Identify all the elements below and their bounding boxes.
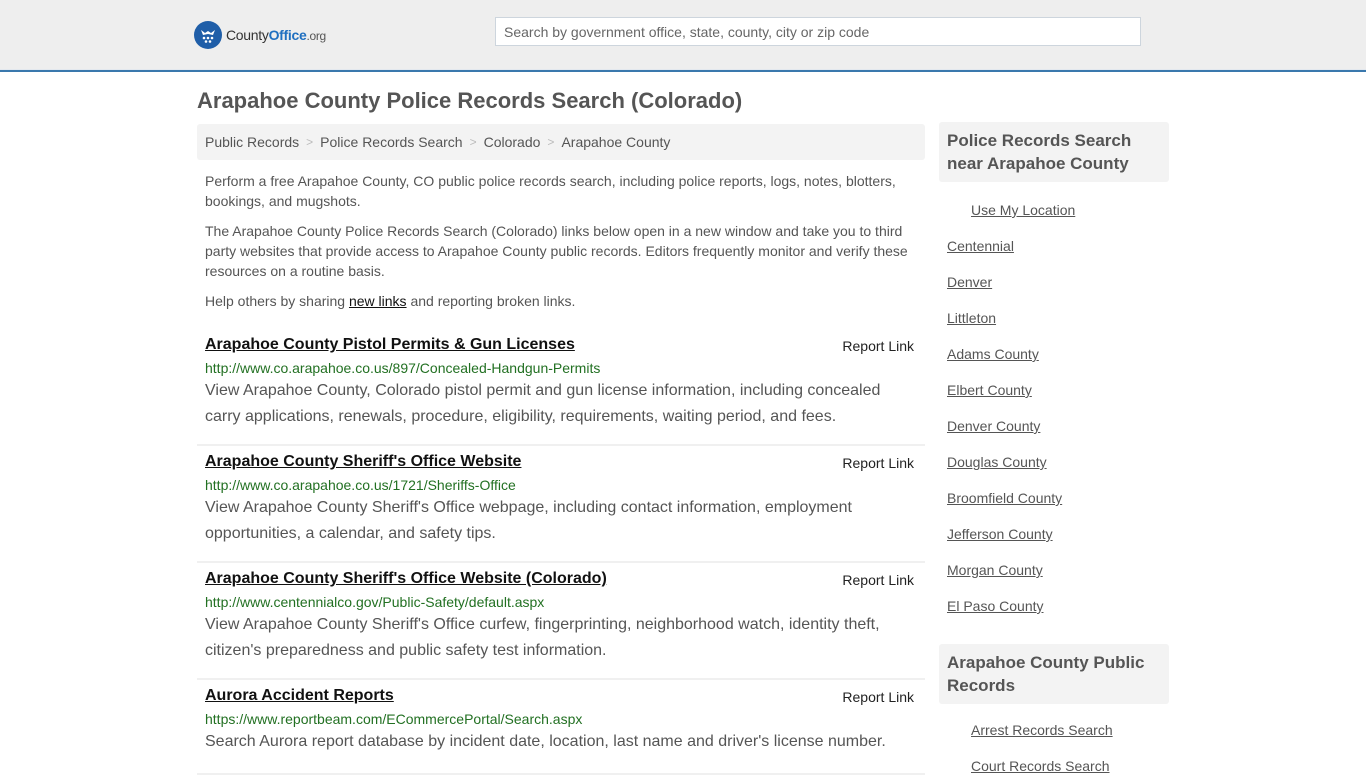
breadcrumb-colorado[interactable]: Colorado — [484, 134, 541, 150]
result-description: Search Aurora report database by inciden… — [205, 733, 886, 750]
breadcrumb-arapahoe-county[interactable]: Arapahoe County — [561, 134, 670, 150]
report-link-button[interactable]: Report Link — [842, 572, 914, 588]
countyoffice-logo[interactable]: CountyOffice.org — [194, 21, 326, 49]
list-item: Elbert County — [947, 372, 1161, 408]
report-link-button[interactable]: Report Link — [842, 689, 914, 705]
logo-wordmark: CountyOffice.org — [226, 27, 326, 43]
nearby-link-broomfield-county[interactable]: Broomfield County — [947, 490, 1062, 506]
nearby-link-denver-county[interactable]: Denver County — [947, 418, 1040, 434]
result-title-link[interactable]: Aurora Accident Reports — [205, 686, 394, 706]
nearby-link-douglas-county[interactable]: Douglas County — [947, 454, 1047, 470]
nearby-link-adams-county[interactable]: Adams County — [947, 346, 1039, 362]
result-url[interactable]: http://www.co.arapahoe.co.us/897/Conceal… — [205, 360, 917, 376]
share-text-after: and reporting broken links. — [406, 293, 576, 309]
main-content: Public Records > Police Records Search >… — [197, 124, 925, 775]
header-divider — [0, 70, 1366, 72]
list-item: Court Records Search — [947, 748, 1161, 784]
logo-tld: .org — [306, 29, 326, 43]
result-item: Arapahoe County Pistol Permits & Gun Lic… — [197, 329, 925, 446]
intro-paragraph: The Arapahoe County Police Records Searc… — [205, 223, 908, 279]
public-records-heading: Arapahoe County Public Records — [939, 644, 1169, 704]
intro-paragraph: Perform a free Arapahoe County, CO publi… — [205, 173, 896, 209]
list-item: Denver — [947, 264, 1161, 300]
search-input[interactable] — [495, 17, 1141, 46]
result-title-link[interactable]: Arapahoe County Sheriff's Office Website — [205, 452, 521, 472]
nearby-link-morgan-county[interactable]: Morgan County — [947, 562, 1043, 578]
new-links-link[interactable]: new links — [349, 293, 407, 309]
result-item: Arapahoe County Sheriff's Office Website… — [197, 446, 925, 563]
result-title-link[interactable]: Arapahoe County Sheriff's Office Website… — [205, 569, 607, 589]
list-item: Morgan County — [947, 552, 1161, 588]
report-link-button[interactable]: Report Link — [842, 455, 914, 471]
breadcrumb: Public Records > Police Records Search >… — [197, 124, 925, 160]
nearby-link-centennial[interactable]: Centennial — [947, 238, 1014, 254]
breadcrumb-police-records-search[interactable]: Police Records Search — [320, 134, 462, 150]
result-url[interactable]: http://www.centennialco.gov/Public-Safet… — [205, 594, 917, 610]
list-item: Littleton — [947, 300, 1161, 336]
list-item: Use My Location — [947, 192, 1161, 228]
logo-office: Office — [268, 27, 307, 43]
list-item: Adams County — [947, 336, 1161, 372]
nearby-link-jefferson-county[interactable]: Jefferson County — [947, 526, 1053, 542]
list-item: Broomfield County — [947, 480, 1161, 516]
list-item: Centennial — [947, 228, 1161, 264]
nearby-link-littleton[interactable]: Littleton — [947, 310, 996, 326]
sidebar: Police Records Search near Arapahoe Coun… — [939, 122, 1169, 784]
report-link-button[interactable]: Report Link — [842, 338, 914, 354]
share-links-paragraph: Help others by sharing new links and rep… — [205, 291, 917, 311]
list-item: Arrest Records Search — [947, 712, 1161, 748]
result-title-link[interactable]: Arapahoe County Pistol Permits & Gun Lic… — [205, 335, 575, 355]
intro-text: Perform a free Arapahoe County, CO publi… — [197, 171, 925, 311]
nearby-link-denver[interactable]: Denver — [947, 274, 992, 290]
site-header: CountyOffice.org — [0, 0, 1366, 70]
breadcrumb-public-records[interactable]: Public Records — [205, 134, 299, 150]
use-my-location-link[interactable]: Use My Location — [971, 202, 1075, 218]
public-records-list: Arrest Records Search Court Records Sear… — [939, 712, 1169, 784]
breadcrumb-separator: > — [547, 135, 555, 149]
result-description: View Arapahoe County Sheriff's Office we… — [205, 499, 852, 542]
nearby-heading: Police Records Search near Arapahoe Coun… — [939, 122, 1169, 182]
result-url[interactable]: http://www.co.arapahoe.co.us/1721/Sherif… — [205, 477, 917, 493]
list-item: Douglas County — [947, 444, 1161, 480]
result-description: View Arapahoe County Sheriff's Office cu… — [205, 616, 880, 659]
eagle-stars-icon — [194, 21, 222, 49]
result-item: Arapahoe County Sheriff's Office Website… — [197, 563, 925, 680]
logo-county: County — [226, 27, 269, 43]
arrest-records-search-link[interactable]: Arrest Records Search — [971, 722, 1113, 738]
page-title: Arapahoe County Police Records Search (C… — [197, 88, 743, 113]
court-records-search-link[interactable]: Court Records Search — [971, 758, 1110, 774]
list-item: Jefferson County — [947, 516, 1161, 552]
results-list: Arapahoe County Pistol Permits & Gun Lic… — [197, 329, 925, 775]
nearby-list: Use My Location Centennial Denver Little… — [939, 192, 1169, 624]
result-url[interactable]: https://www.reportbeam.com/ECommercePort… — [205, 711, 917, 727]
list-item: El Paso County — [947, 588, 1161, 624]
breadcrumb-separator: > — [469, 135, 477, 149]
nearby-link-el-paso-county[interactable]: El Paso County — [947, 598, 1044, 614]
result-description: View Arapahoe County, Colorado pistol pe… — [205, 382, 881, 425]
breadcrumb-separator: > — [306, 135, 314, 149]
list-item: Denver County — [947, 408, 1161, 444]
nearby-link-elbert-county[interactable]: Elbert County — [947, 382, 1032, 398]
result-item: Aurora Accident Reports Report Link http… — [197, 680, 925, 775]
share-text-before: Help others by sharing — [205, 293, 349, 309]
